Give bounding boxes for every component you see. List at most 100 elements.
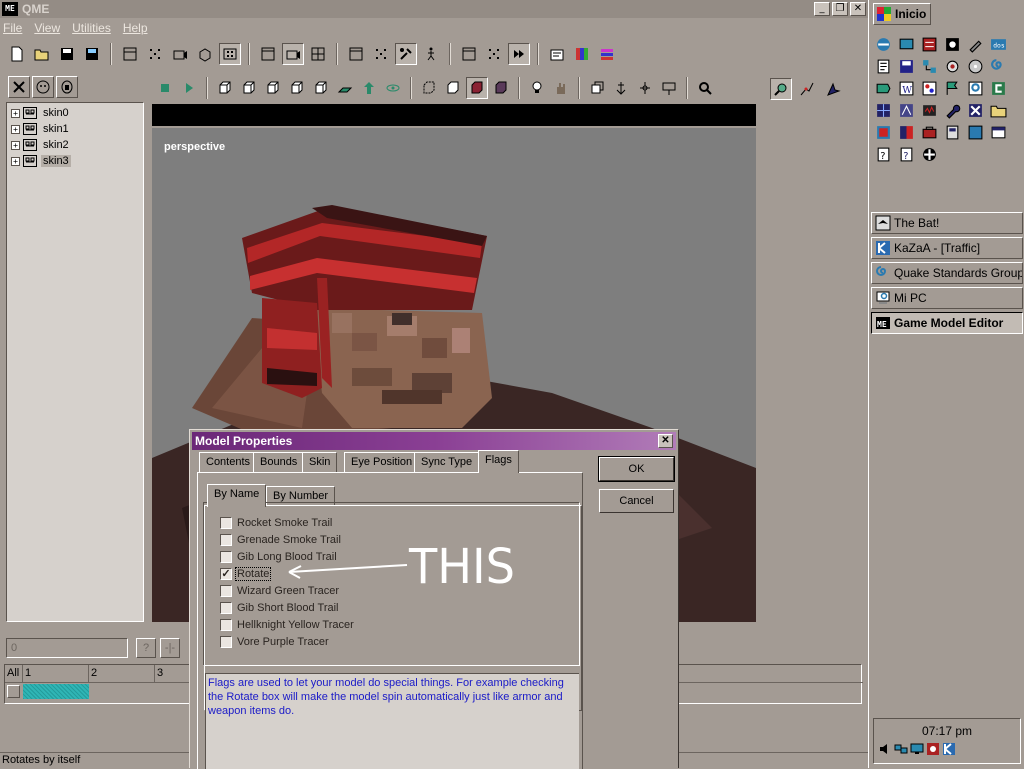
- view-camera-button[interactable]: [282, 43, 304, 65]
- task-kazaa[interactable]: KaZaA - [Traffic]: [871, 237, 1023, 259]
- timeline-split-button[interactable]: -|-: [160, 638, 180, 658]
- image-viewer-icon[interactable]: [875, 124, 892, 141]
- frame-cell-selected[interactable]: [23, 684, 89, 699]
- zoom-view-button[interactable]: [770, 78, 792, 100]
- frame-header-1[interactable]: 1: [23, 665, 89, 682]
- checkbox[interactable]: [220, 601, 232, 614]
- rotate-button[interactable]: [634, 77, 656, 99]
- play-anim-button[interactable]: [178, 77, 200, 99]
- scatter-button[interactable]: [483, 43, 505, 65]
- qme-app-icon[interactable]: ME: [2, 2, 18, 16]
- green-app-icon[interactable]: [875, 80, 892, 97]
- points-button[interactable]: [370, 43, 392, 65]
- tab-skin[interactable]: Skin: [302, 452, 338, 472]
- checkbox[interactable]: [220, 533, 232, 546]
- media-icon[interactable]: [944, 36, 961, 53]
- skin-tool-button[interactable]: [32, 76, 54, 98]
- layout-button[interactable]: [458, 43, 480, 65]
- tab-eye-position[interactable]: Eye Position: [344, 452, 420, 472]
- track-toggle[interactable]: [7, 685, 20, 698]
- calculator-icon[interactable]: [944, 124, 961, 141]
- blue-red-icon[interactable]: [898, 124, 915, 141]
- notepad-icon[interactable]: [875, 58, 892, 75]
- title-bar[interactable]: ME QME _ ❐ ✕: [0, 0, 868, 18]
- face-select-button[interactable]: [169, 43, 191, 65]
- minimize-button[interactable]: _: [814, 2, 830, 16]
- dos-icon[interactable]: dos: [990, 36, 1007, 53]
- task-game-model-editor[interactable]: ME Game Model Editor: [871, 312, 1023, 334]
- delete-tool-button[interactable]: [8, 76, 30, 98]
- vertex-select-button[interactable]: [144, 43, 166, 65]
- tree-item-skin2[interactable]: + skin2: [7, 137, 143, 153]
- c-app-icon[interactable]: [990, 80, 1007, 97]
- flag-wizard-green-tracer[interactable]: Wizard Green Tracer: [220, 583, 340, 598]
- timeline-help-button[interactable]: ?: [136, 638, 156, 658]
- search-app-icon[interactable]: [967, 80, 984, 97]
- save-button[interactable]: [56, 43, 78, 65]
- cube-c-button[interactable]: [262, 77, 284, 99]
- close-button[interactable]: ✕: [850, 2, 866, 16]
- blue-grid-icon[interactable]: [875, 102, 892, 119]
- cube-a-button[interactable]: [214, 77, 236, 99]
- x-app-icon[interactable]: [967, 102, 984, 119]
- tab-sync-type[interactable]: Sync Type: [414, 452, 480, 472]
- flag-grenade-smoke-trail[interactable]: Grenade Smoke Trail: [220, 532, 342, 547]
- tab-contents[interactable]: Contents: [199, 452, 258, 472]
- blue-box-icon[interactable]: [967, 124, 984, 141]
- clock[interactable]: 07:17 pm: [874, 719, 1020, 738]
- subtab-by-name[interactable]: By Name: [207, 484, 267, 507]
- spiral-icon[interactable]: [990, 58, 1007, 75]
- cube-d-button[interactable]: [286, 77, 308, 99]
- mask-tool-button[interactable]: [56, 76, 78, 98]
- zoom-button[interactable]: [694, 77, 716, 99]
- box-select-button[interactable]: [194, 43, 216, 65]
- map-icon[interactable]: [898, 102, 915, 119]
- light-button[interactable]: [526, 77, 548, 99]
- textured-button[interactable]: [466, 77, 488, 99]
- frame-header-2[interactable]: 2: [89, 665, 155, 682]
- network-tray-icon[interactable]: [894, 742, 908, 756]
- help-doc2-icon[interactable]: ?: [898, 146, 915, 163]
- floor-button[interactable]: [334, 77, 356, 99]
- task-mi-pc[interactable]: Mi PC: [871, 287, 1023, 309]
- settings-icon[interactable]: [944, 58, 961, 75]
- checkbox[interactable]: [220, 550, 232, 563]
- animate-button[interactable]: [420, 43, 442, 65]
- expand-icon[interactable]: +: [11, 124, 20, 134]
- tab-flags[interactable]: Flags: [478, 450, 519, 473]
- restore-button[interactable]: ❐: [832, 2, 848, 16]
- marker-button[interactable]: [658, 77, 680, 99]
- eye-button[interactable]: [382, 77, 404, 99]
- shaded-button[interactable]: [490, 77, 512, 99]
- pointer-button[interactable]: [822, 78, 844, 100]
- menu-help[interactable]: Help: [123, 21, 148, 35]
- winrar-icon[interactable]: [921, 36, 938, 53]
- flag-hellknight-yellow-tracer[interactable]: Hellknight Yellow Tracer: [220, 617, 355, 632]
- menu-file[interactable]: File: [3, 21, 22, 35]
- stop-button[interactable]: [154, 77, 176, 99]
- desktop-icon[interactable]: [898, 36, 915, 53]
- monitor-tray-icon[interactable]: [910, 742, 924, 756]
- word-icon[interactable]: W: [898, 80, 915, 97]
- tree-item-skin0[interactable]: + skin0: [7, 105, 143, 121]
- open-file-button[interactable]: [31, 43, 53, 65]
- save-as-button[interactable]: [81, 43, 103, 65]
- menu-utilities[interactable]: Utilities: [72, 21, 111, 35]
- tab-bounds[interactable]: Bounds: [253, 452, 305, 472]
- tree-item-skin3[interactable]: + skin3: [7, 153, 143, 169]
- paint-icon[interactable]: [921, 80, 938, 97]
- cube-e-button[interactable]: [310, 77, 332, 99]
- flag-gib-short-blood-trail[interactable]: Gib Short Blood Trail: [220, 600, 340, 615]
- properties-button[interactable]: [546, 43, 568, 65]
- tree-item-skin1[interactable]: + skin1: [7, 121, 143, 137]
- skeleton-button[interactable]: [796, 78, 818, 100]
- folder-icon[interactable]: [990, 102, 1007, 119]
- checkbox[interactable]: [220, 635, 232, 648]
- checkbox[interactable]: [220, 584, 232, 597]
- cube-b-button[interactable]: [238, 77, 260, 99]
- wrench-icon[interactable]: [944, 102, 961, 119]
- flat-button[interactable]: [442, 77, 464, 99]
- help-doc-icon[interactable]: ?: [875, 146, 892, 163]
- frame-input[interactable]: 0: [6, 638, 128, 658]
- internet-explorer-icon[interactable]: [875, 36, 892, 53]
